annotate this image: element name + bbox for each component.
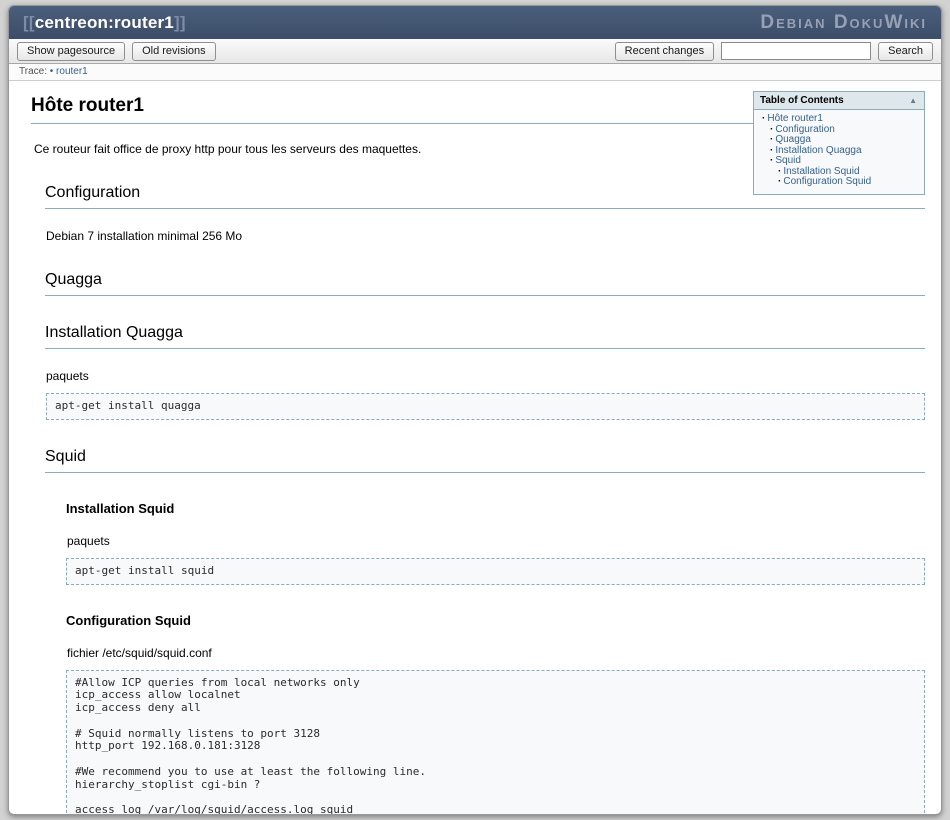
page-title-header: [[centreon:router1]]	[23, 13, 186, 33]
breadcrumb-label: Trace:	[19, 66, 47, 77]
page-content: Table of Contents ▲ Hôte router1 Configu…	[9, 81, 941, 815]
configuration-text: Debian 7 installation minimal 256 Mo	[46, 229, 925, 243]
heading-configuration-squid: Configuration Squid	[66, 613, 925, 628]
code-block-install-quagga: apt-get install quagga	[46, 393, 925, 420]
installation-quagga-text: paquets	[46, 369, 925, 383]
heading-quagga: Quagga	[45, 271, 925, 296]
breadcrumb-separator: •	[50, 66, 54, 77]
heading-installation-quagga: Installation Quagga	[45, 324, 925, 349]
dokuwiki-brand-logo: Debian DokuWiki	[760, 12, 927, 34]
toc-header: Table of Contents ▲	[754, 92, 924, 110]
code-block-install-squid: apt-get install squid	[66, 558, 925, 585]
old-revisions-button[interactable]: Old revisions	[132, 42, 216, 61]
title-bracket-open: [[	[23, 13, 35, 32]
toc-link-configuration-squid[interactable]: Configuration Squid	[783, 176, 871, 187]
heading-installation-squid: Installation Squid	[66, 501, 925, 516]
breadcrumb: Trace: • router1	[9, 64, 941, 81]
search-button[interactable]: Search	[878, 42, 933, 61]
show-pagesource-button[interactable]: Show pagesource	[17, 42, 125, 61]
recent-changes-button[interactable]: Recent changes	[615, 42, 715, 61]
title-bracket-close: ]]	[174, 13, 186, 32]
table-of-contents: Table of Contents ▲ Hôte router1 Configu…	[753, 91, 925, 195]
toc-toggle-icon[interactable]: ▲	[908, 96, 918, 105]
toc-link-quagga[interactable]: Quagga	[775, 134, 811, 145]
heading-squid: Squid	[45, 448, 925, 473]
toolbar: Show pagesource Old revisions Recent cha…	[9, 39, 941, 64]
configuration-squid-text: fichier /etc/squid/squid.conf	[67, 646, 925, 660]
toc-link-hote-router1[interactable]: Hôte router1	[767, 113, 823, 124]
toc-title: Table of Contents	[760, 95, 844, 106]
toc-link-squid[interactable]: Squid	[775, 155, 801, 166]
search-input[interactable]	[721, 42, 871, 60]
toc-link-installation-squid[interactable]: Installation Squid	[783, 166, 859, 177]
breadcrumb-link-router1[interactable]: router1	[56, 66, 88, 77]
toc-link-installation-quagga[interactable]: Installation Quagga	[775, 145, 861, 156]
toc-link-configuration[interactable]: Configuration	[775, 124, 834, 135]
code-block-squid-conf: #Allow ICP queries from local networks o…	[66, 670, 925, 816]
masthead: [[centreon:router1]] Debian DokuWiki	[9, 6, 941, 39]
wiki-page-name: centreon:router1	[35, 13, 174, 32]
toc-body: Hôte router1 Configuration Quagga Instal…	[754, 110, 924, 194]
wiki-page-window: [[centreon:router1]] Debian DokuWiki Sho…	[8, 5, 942, 815]
toc-item-configuration-squid: Configuration Squid	[778, 177, 918, 188]
installation-squid-text: paquets	[67, 534, 925, 548]
